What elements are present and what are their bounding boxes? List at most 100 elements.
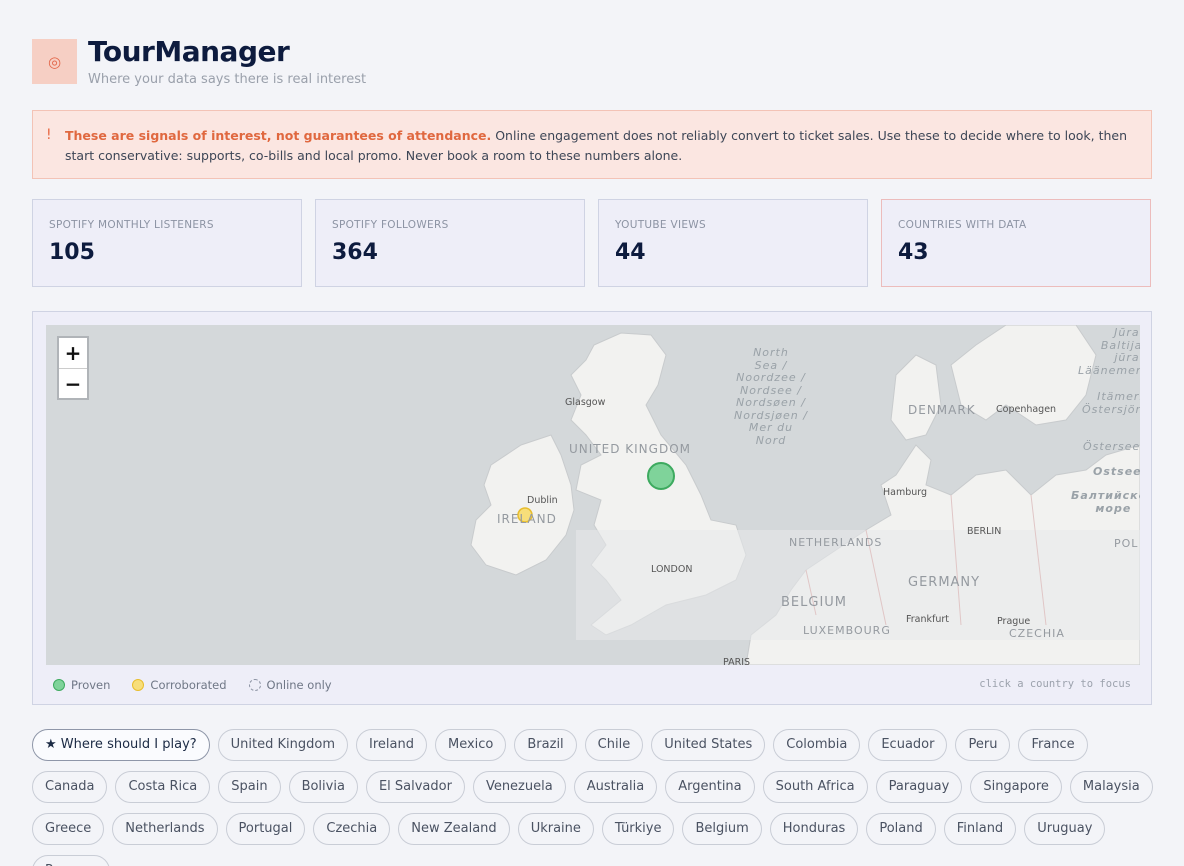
map-legend: Proven Corroborated Online only xyxy=(53,678,332,692)
country-chips: ★ Where should I play? United Kingdom Irel… xyxy=(32,729,1162,866)
stat-card-followers: SPOTIFY FOLLOWERS 364 xyxy=(315,199,585,287)
stat-value: 364 xyxy=(332,240,378,265)
land-denmark xyxy=(890,354,942,441)
map-hint: click a country to focus xyxy=(979,678,1131,690)
city-dublin: Dublin xyxy=(527,495,558,506)
city-hamburg: Hamburg xyxy=(883,487,928,498)
label-united-kingdom: UNITED KINGDOM xyxy=(569,442,691,456)
stat-label: COUNTRIES WITH DATA xyxy=(898,219,1027,231)
stat-value: 44 xyxy=(615,240,646,265)
legend-proven: Proven xyxy=(53,678,110,692)
country-chip[interactable]: Costa Rica xyxy=(115,771,211,803)
city-berlin: BERLIN xyxy=(967,526,1002,537)
zoom-out-button[interactable]: − xyxy=(59,368,87,398)
country-chip[interactable]: Brazil xyxy=(514,729,577,761)
country-chip[interactable]: South Africa xyxy=(762,771,868,803)
country-chip[interactable]: Ecuador xyxy=(868,729,948,761)
country-chip[interactable]: Greece xyxy=(32,813,105,845)
country-chip[interactable]: Netherlands xyxy=(112,813,218,845)
country-chip[interactable]: Malaysia xyxy=(1069,771,1153,803)
country-chip[interactable]: Uruguay xyxy=(1024,813,1106,845)
country-chip[interactable]: Singapore xyxy=(970,771,1062,803)
country-chip[interactable]: Finland xyxy=(943,813,1017,845)
label-luxembourg: LUXEMBOURG xyxy=(803,624,891,637)
stat-value: 105 xyxy=(49,240,95,265)
proven-dot-icon xyxy=(53,679,65,691)
country-chip[interactable]: Panama xyxy=(32,855,111,866)
online-only-dot-icon xyxy=(248,679,261,691)
label-netherlands: NETHERLANDS xyxy=(789,536,883,549)
marker-united-kingdom xyxy=(647,462,675,490)
stat-label: SPOTIFY MONTHLY LISTENERS xyxy=(49,219,214,231)
land-ireland xyxy=(470,434,575,576)
app-header: ◎ TourManager Where your data says there… xyxy=(32,36,366,87)
country-chip[interactable]: Honduras xyxy=(769,813,859,845)
country-chip[interactable]: Colombia xyxy=(773,729,861,761)
legend-online-only: Online only xyxy=(248,678,332,692)
label-czechia: CZECHIA xyxy=(1009,627,1065,640)
label-pol: POL xyxy=(1114,537,1139,550)
app-title: TourManager xyxy=(88,35,290,68)
city-copenhagen: Copenhagen xyxy=(996,404,1057,415)
app-subtitle: Where your data says there is real inter… xyxy=(88,72,367,87)
country-chip[interactable]: El Salvador xyxy=(365,771,465,803)
country-chip[interactable]: Spain xyxy=(218,771,281,803)
city-glasgow: Glasgow xyxy=(565,397,606,408)
country-chip[interactable]: United States xyxy=(651,729,766,761)
label-baltic-ru: Балтийское море xyxy=(1071,489,1140,515)
stat-value: 43 xyxy=(898,240,929,265)
country-chip[interactable]: Ireland xyxy=(356,729,427,761)
country-chip[interactable]: Türkiye xyxy=(601,813,675,845)
country-chip[interactable]: Chile xyxy=(584,729,644,761)
city-london: LONDON xyxy=(651,564,693,575)
legend-label: Corroborated xyxy=(150,678,227,692)
country-chip[interactable]: Poland xyxy=(866,813,936,845)
country-chip[interactable]: New Zealand xyxy=(398,813,510,845)
stat-label: SPOTIFY FOLLOWERS xyxy=(332,219,449,231)
country-chip[interactable]: Paraguay xyxy=(875,771,963,803)
warning-banner: ! These are signals of interest, not gua… xyxy=(32,110,1152,179)
warning-strong: These are signals of interest, not guara… xyxy=(65,128,492,143)
country-chip[interactable]: Canada xyxy=(32,771,108,803)
legend-label: Proven xyxy=(71,678,111,692)
where-should-i-play-button[interactable]: ★ Where should I play? xyxy=(32,729,210,761)
country-chip[interactable]: Bolivia xyxy=(288,771,358,803)
country-chip[interactable]: Ukraine xyxy=(517,813,594,845)
label-north-sea: North Sea / Noordzee / Nordsee / Nordsøe… xyxy=(734,346,808,447)
country-chip[interactable]: Belgium xyxy=(682,813,762,845)
country-chip[interactable]: United Kingdom xyxy=(217,729,349,761)
country-chip[interactable]: Australia xyxy=(573,771,658,803)
city-frankfurt: Frankfurt xyxy=(906,614,950,625)
label-baltic-top: Jūra - Baltijas jūra - Läänemere xyxy=(1078,326,1140,377)
corroborated-dot-icon xyxy=(132,679,145,691)
legend-label: Online only xyxy=(266,678,332,692)
label-denmark: DENMARK xyxy=(908,403,976,417)
map-panel: + − UNITED KINGDOM IRELAND DENMARK NETHE… xyxy=(32,311,1152,705)
stat-label: YOUTUBE VIEWS xyxy=(615,219,706,231)
country-chip[interactable]: Portugal xyxy=(225,813,306,845)
label-baltic-mid: Itämeri Östersjön xyxy=(1082,390,1140,416)
label-ireland: IRELAND xyxy=(497,512,557,526)
country-chip[interactable]: Peru xyxy=(955,729,1011,761)
map-canvas[interactable]: + − UNITED KINGDOM IRELAND DENMARK NETHE… xyxy=(46,325,1140,665)
stat-card-youtube-views: YOUTUBE VIEWS 44 xyxy=(598,199,868,287)
stat-card-monthly-listeners: SPOTIFY MONTHLY LISTENERS 105 xyxy=(32,199,302,287)
warning-text: These are signals of interest, not guara… xyxy=(65,126,1131,178)
label-ostersee: Östersee xyxy=(1083,440,1140,453)
country-chip[interactable]: Czechia xyxy=(313,813,391,845)
legend-corroborated: Corroborated xyxy=(132,678,227,692)
warning-icon: ! xyxy=(46,127,52,143)
country-chip[interactable]: France xyxy=(1018,729,1088,761)
label-belgium: BELGIUM xyxy=(781,595,848,610)
label-germany: GERMANY xyxy=(908,575,981,590)
country-chip[interactable]: Argentina xyxy=(665,771,755,803)
stats-row: SPOTIFY MONTHLY LISTENERS 105 SPOTIFY FO… xyxy=(32,199,1151,287)
logo-icon: ◎ xyxy=(32,39,77,84)
label-ostsee: Ostsee xyxy=(1093,465,1140,478)
zoom-in-button[interactable]: + xyxy=(59,338,87,368)
country-chip[interactable]: Venezuela xyxy=(472,771,566,803)
city-prague: Prague xyxy=(997,616,1031,627)
country-chip[interactable]: Mexico xyxy=(434,729,507,761)
map-basemap xyxy=(470,325,1140,665)
city-paris: PARIS xyxy=(723,657,751,665)
